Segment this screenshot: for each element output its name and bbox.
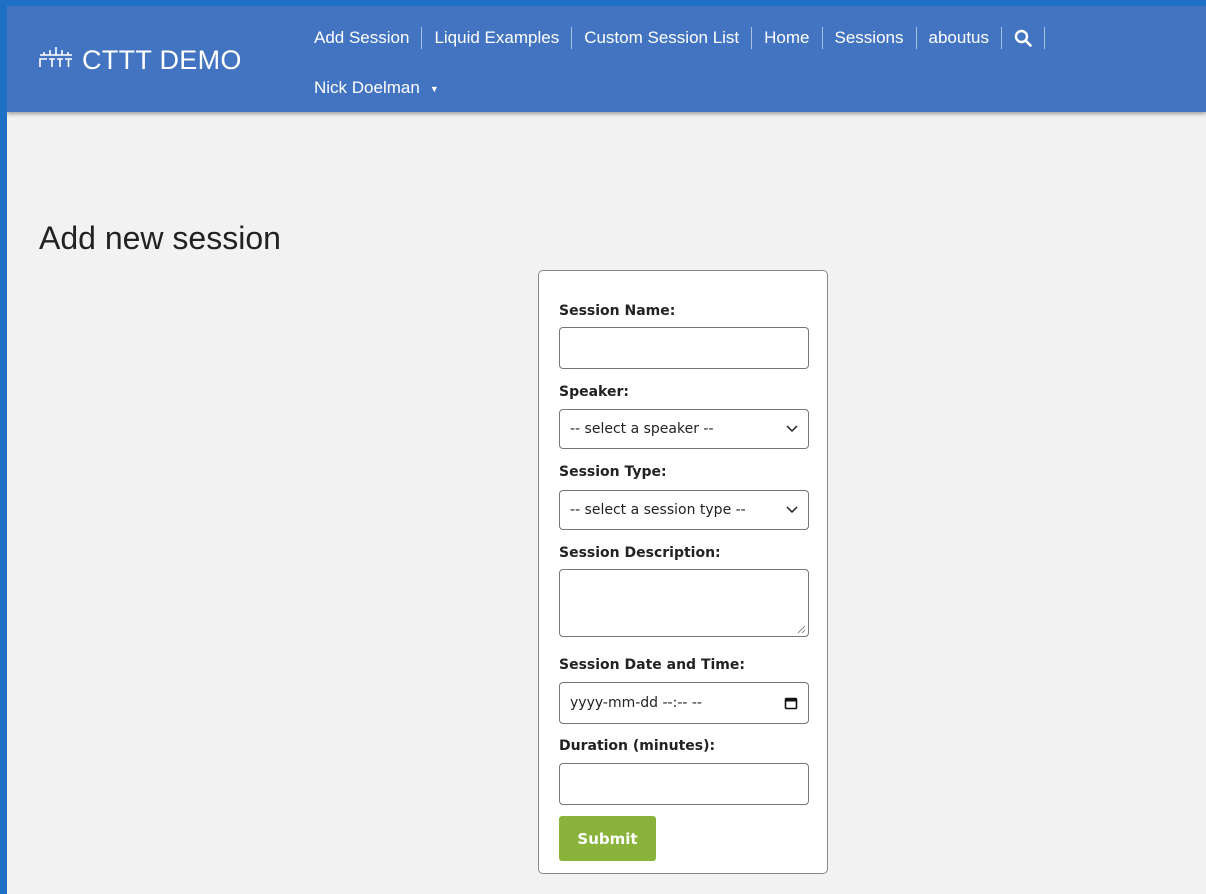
session-name-label: Session Name: bbox=[559, 303, 676, 319]
resize-handle-icon[interactable] bbox=[797, 625, 806, 634]
search-icon bbox=[1014, 29, 1032, 47]
nav-links: Add Session Liquid Examples Custom Sessi… bbox=[314, 25, 1057, 51]
chevron-down-icon bbox=[786, 425, 798, 433]
duration-input[interactable] bbox=[559, 763, 809, 805]
nav-divider bbox=[571, 27, 573, 49]
nav-link-aboutus[interactable]: aboutus bbox=[929, 28, 990, 48]
cttt-logo-icon bbox=[38, 45, 74, 76]
search-button[interactable] bbox=[1014, 29, 1032, 47]
brand-link[interactable]: CTTT DEMO bbox=[38, 42, 242, 78]
nav-link-custom-session-list[interactable]: Custom Session List bbox=[584, 28, 739, 48]
session-datetime-input[interactable]: yyyy-mm-dd --:-- -- bbox=[559, 682, 809, 724]
session-type-label: Session Type: bbox=[559, 464, 667, 480]
nav-divider bbox=[421, 27, 423, 49]
calendar-icon[interactable] bbox=[784, 696, 798, 710]
user-name: Nick Doelman bbox=[314, 78, 420, 97]
browser-viewport: CTTT DEMO Add Session Liquid Examples Cu… bbox=[7, 6, 1206, 894]
nav-divider bbox=[915, 27, 917, 49]
nav-divider bbox=[1044, 27, 1045, 49]
top-navbar: CTTT DEMO Add Session Liquid Examples Cu… bbox=[7, 6, 1206, 112]
nav-divider bbox=[751, 27, 753, 49]
session-type-select[interactable]: -- select a session type -- bbox=[559, 490, 809, 530]
speaker-select[interactable]: -- select a speaker -- bbox=[559, 409, 809, 449]
add-session-form: Session Name: Speaker: -- select a speak… bbox=[538, 270, 828, 874]
speaker-label: Speaker: bbox=[559, 384, 629, 400]
nav-divider bbox=[821, 27, 823, 49]
nav-link-sessions[interactable]: Sessions bbox=[835, 28, 904, 48]
session-type-selected-value: -- select a session type -- bbox=[570, 502, 746, 518]
chevron-down-icon bbox=[786, 506, 798, 514]
page-title: Add new session bbox=[39, 220, 281, 256]
nav-link-home[interactable]: Home bbox=[764, 28, 809, 48]
user-menu-toggle[interactable]: Nick Doelman ▼ bbox=[314, 76, 439, 100]
session-description-label: Session Description: bbox=[559, 545, 721, 561]
nav-divider bbox=[1001, 27, 1002, 49]
duration-label: Duration (minutes): bbox=[559, 738, 716, 754]
session-description-textarea[interactable] bbox=[559, 569, 809, 637]
session-name-input[interactable] bbox=[559, 327, 809, 369]
speaker-selected-value: -- select a speaker -- bbox=[570, 421, 714, 437]
datetime-placeholder: yyyy-mm-dd --:-- -- bbox=[570, 695, 702, 711]
brand-title: CTTT DEMO bbox=[82, 44, 242, 75]
caret-down-icon: ▼ bbox=[429, 84, 439, 94]
nav-link-liquid-examples[interactable]: Liquid Examples bbox=[434, 28, 559, 48]
submit-button[interactable]: Submit bbox=[559, 816, 656, 861]
nav-link-add-session[interactable]: Add Session bbox=[314, 28, 409, 48]
session-datetime-label: Session Date and Time: bbox=[559, 657, 745, 673]
